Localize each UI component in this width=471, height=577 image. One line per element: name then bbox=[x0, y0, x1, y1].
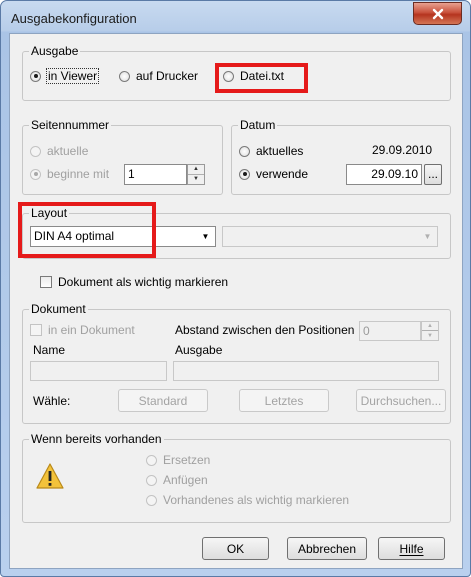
radio-aktuelle-label: aktuelle bbox=[47, 144, 89, 158]
date-input[interactable]: 29.09.10 bbox=[346, 164, 422, 185]
dropdown-arrow-icon[interactable]: ▼ bbox=[198, 229, 213, 244]
radio-wichtig-markieren-label: Vorhandenes als wichtig markieren bbox=[163, 493, 350, 507]
radio-auf-drucker[interactable]: auf Drucker bbox=[119, 69, 198, 83]
close-icon bbox=[432, 8, 443, 19]
close-button[interactable] bbox=[413, 2, 462, 25]
radio-indicator bbox=[30, 145, 41, 157]
seitennummer-legend: Seitennummer bbox=[29, 118, 112, 132]
radio-anfuegen[interactable]: Anfügen bbox=[146, 473, 208, 487]
radio-verwende-label: verwende bbox=[256, 167, 309, 181]
ausgabe-input[interactable] bbox=[173, 361, 439, 381]
spin-up-icon[interactable]: ▲ bbox=[422, 322, 438, 331]
dokument-legend: Dokument bbox=[29, 302, 88, 316]
datum-group: Datum aktuelles 29.09.2010 verwende 29.0… bbox=[231, 118, 451, 195]
waehle-label: Wähle: bbox=[33, 394, 71, 408]
radio-indicator bbox=[146, 454, 157, 466]
in-ein-dokument-checkbox[interactable]: in ein Dokument bbox=[30, 323, 135, 337]
abstand-input[interactable]: 0 bbox=[359, 321, 421, 341]
radio-datei[interactable]: Datei.txt bbox=[223, 69, 284, 83]
radio-indicator bbox=[223, 70, 234, 82]
vorhanden-group: Wenn bereits vorhanden Ersetzen Anfügen … bbox=[22, 432, 451, 523]
ausgabe-legend: Ausgabe bbox=[29, 44, 81, 58]
radio-aktuelles-label: aktuelles bbox=[256, 144, 304, 158]
warning-icon bbox=[36, 463, 64, 489]
in-ein-dokument-label: in ein Dokument bbox=[48, 323, 135, 337]
layout-select[interactable]: DIN A4 optimal ▼ bbox=[30, 226, 216, 247]
wichtig-checkbox[interactable]: Dokument als wichtig markieren bbox=[40, 275, 228, 289]
datum-legend: Datum bbox=[238, 118, 278, 132]
radio-in-viewer-label: in Viewer bbox=[45, 68, 100, 84]
seitennummer-group: Seitennummer aktuelle beginne mit 1 ▲ ▼ bbox=[22, 118, 223, 195]
radio-indicator bbox=[30, 168, 41, 180]
radio-aktuelles[interactable]: aktuelles bbox=[239, 144, 303, 158]
hilfe-button[interactable]: Hilfe bbox=[378, 537, 445, 560]
abstand-label: Abstand zwischen den Positionen bbox=[175, 323, 355, 337]
layout-legend: Layout bbox=[29, 206, 70, 220]
radio-wichtig-markieren[interactable]: Vorhandenes als wichtig markieren bbox=[146, 493, 349, 507]
radio-indicator bbox=[146, 494, 157, 506]
radio-beginne-mit-label: beginne mit bbox=[47, 167, 110, 181]
radio-anfuegen-label: Anfügen bbox=[163, 473, 208, 487]
ausgabe-group: Ausgabe in Viewer auf Drucker Datei.txt bbox=[22, 44, 451, 101]
layout-select-value: DIN A4 optimal bbox=[34, 229, 115, 243]
spin-up-icon[interactable]: ▲ bbox=[188, 165, 204, 175]
layout-variant-select[interactable]: ▼ bbox=[222, 226, 438, 247]
checkbox-box bbox=[40, 276, 52, 288]
hilfe-button-label: Hilfe bbox=[399, 541, 424, 556]
spin-down-icon[interactable]: ▼ bbox=[188, 175, 204, 185]
dokument-group: Dokument in ein Dokument Abstand zwische… bbox=[22, 302, 451, 424]
dialog-window: Ausgabekonfiguration Ausgabe in Viewer a… bbox=[0, 0, 471, 577]
layout-group: Layout DIN A4 optimal ▼ ▼ bbox=[22, 206, 451, 259]
durchsuchen-button[interactable]: Durchsuchen... bbox=[356, 389, 446, 412]
radio-indicator bbox=[119, 70, 130, 82]
radio-indicator bbox=[146, 474, 157, 486]
start-page-spinner[interactable]: ▲ ▼ bbox=[187, 164, 205, 185]
dialog-body: Ausgabe in Viewer auf Drucker Datei.txt … bbox=[9, 33, 463, 569]
spin-down-icon[interactable]: ▼ bbox=[422, 331, 438, 340]
standard-button[interactable]: Standard bbox=[118, 389, 208, 412]
letztes-button[interactable]: Letztes bbox=[239, 389, 329, 412]
checkbox-box bbox=[30, 324, 42, 336]
radio-indicator bbox=[30, 70, 41, 82]
ausgabe-column-label: Ausgabe bbox=[175, 343, 223, 357]
radio-ersetzen-label: Ersetzen bbox=[163, 453, 211, 467]
window-title: Ausgabekonfiguration bbox=[11, 11, 137, 26]
start-page-input[interactable]: 1 bbox=[124, 164, 187, 185]
radio-ersetzen[interactable]: Ersetzen bbox=[146, 453, 210, 467]
vorhanden-legend: Wenn bereits vorhanden bbox=[29, 432, 164, 446]
radio-indicator bbox=[239, 168, 250, 180]
radio-indicator bbox=[239, 145, 250, 157]
radio-verwende[interactable]: verwende bbox=[239, 167, 308, 181]
current-date-text: 29.09.2010 bbox=[372, 143, 433, 157]
name-input[interactable] bbox=[30, 361, 167, 381]
date-picker-button[interactable]: ... bbox=[424, 164, 442, 185]
wichtig-checkbox-label: Dokument als wichtig markieren bbox=[58, 275, 229, 289]
dropdown-arrow-icon[interactable]: ▼ bbox=[420, 229, 435, 244]
radio-aktuelle[interactable]: aktuelle bbox=[30, 144, 88, 158]
abstand-spinner[interactable]: ▲ ▼ bbox=[421, 321, 439, 341]
radio-beginne-mit[interactable]: beginne mit bbox=[30, 167, 109, 181]
abbrechen-button[interactable]: Abbrechen bbox=[287, 537, 367, 560]
name-label: Name bbox=[33, 343, 66, 357]
radio-auf-drucker-label: auf Drucker bbox=[136, 69, 199, 83]
radio-in-viewer[interactable]: in Viewer bbox=[30, 68, 100, 84]
ok-button[interactable]: OK bbox=[202, 537, 269, 560]
radio-datei-label: Datei.txt bbox=[240, 69, 285, 83]
